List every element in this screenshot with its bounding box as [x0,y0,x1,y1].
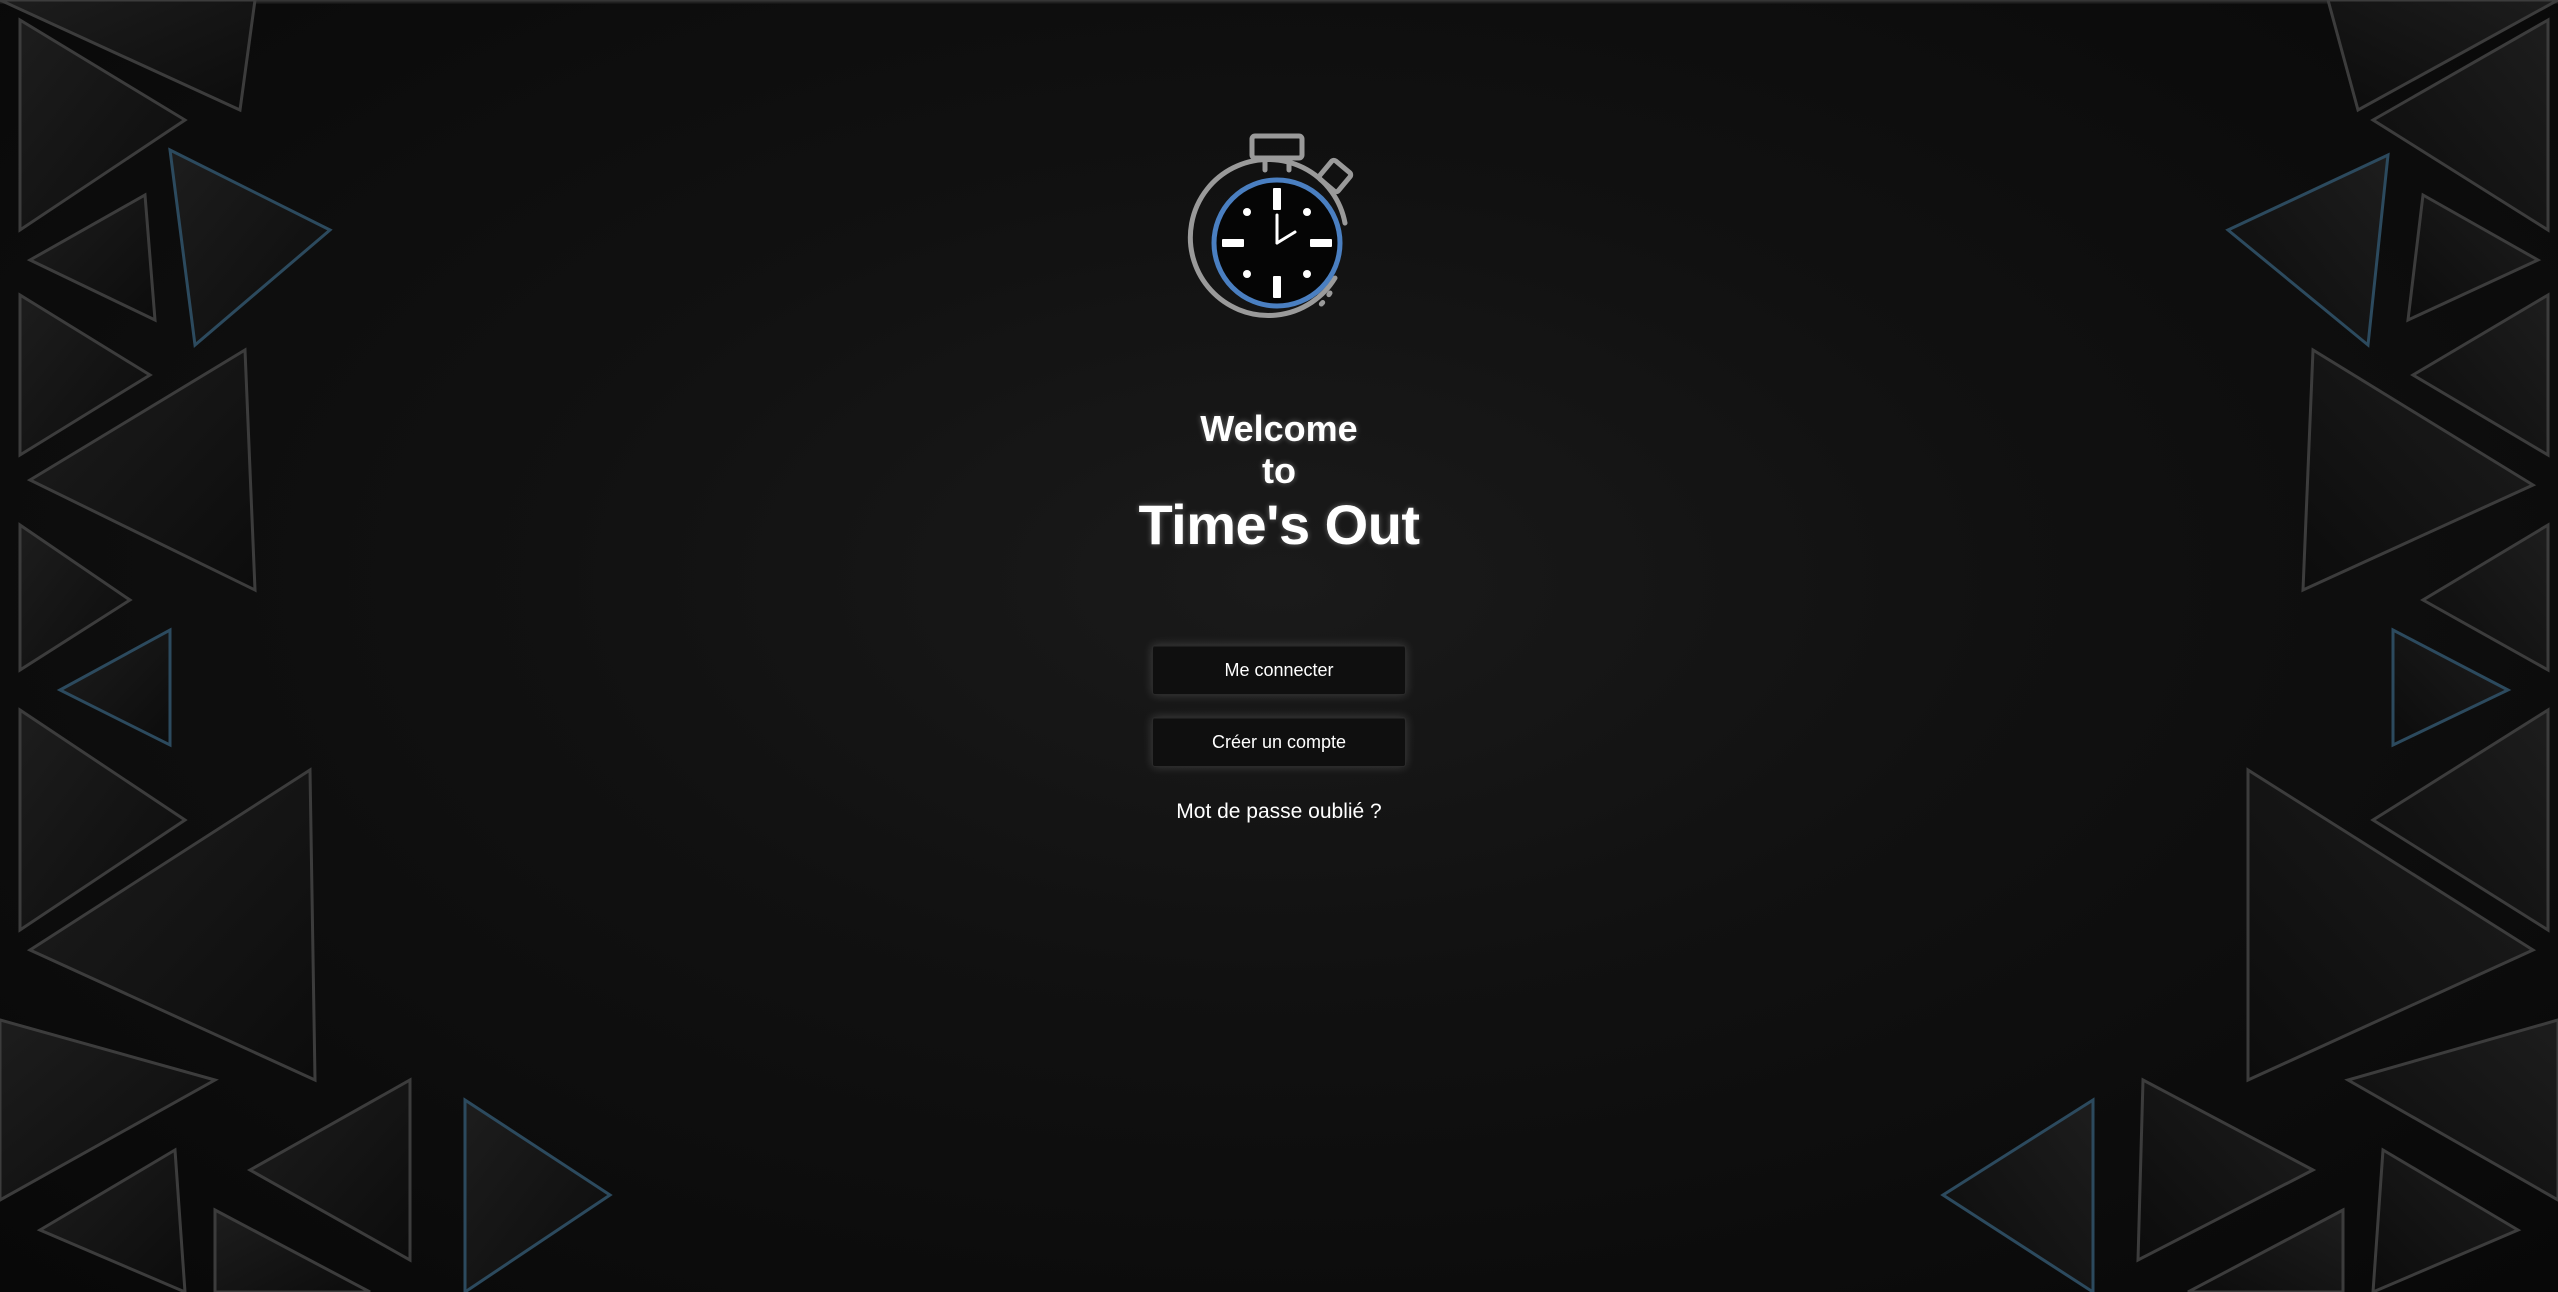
login-button[interactable]: Me connecter [1152,645,1406,695]
welcome-to-text: to [1262,450,1296,491]
create-account-button[interactable]: Créer un compte [1152,717,1406,767]
app-title: Time's Out [1138,493,1420,556]
forgot-password-link[interactable]: Mot de passe oublié ? [0,800,2558,824]
welcome-screen: Welcome to Time's Out Me connecter Créer… [0,0,2558,1292]
stopwatch-icon [1187,133,1354,318]
main-content: Welcome to Time's Out Me connecter Créer… [0,0,2558,1292]
welcome-heading: Welcome [1200,408,1358,449]
